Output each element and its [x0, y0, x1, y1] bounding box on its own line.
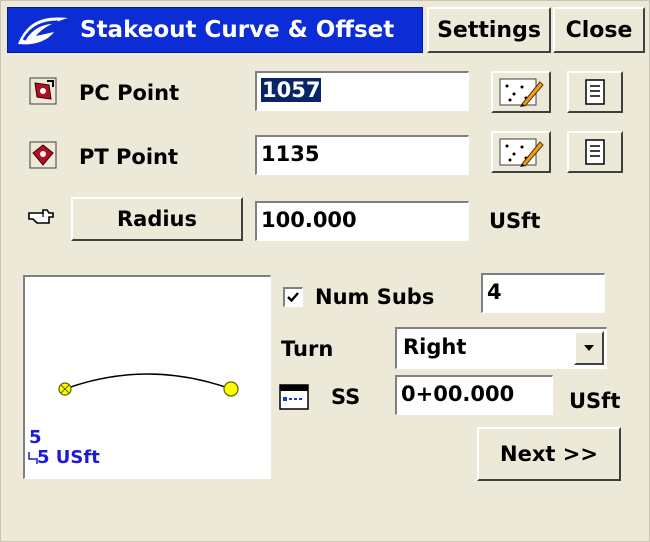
pc-point-list-button[interactable] — [567, 71, 623, 113]
dropdown-arrow-button[interactable] — [574, 331, 604, 365]
checkmark-icon — [287, 292, 299, 303]
pc-point-map-pick-button[interactable] — [491, 71, 551, 113]
ss-label: SS — [331, 385, 361, 409]
ss-field[interactable]: 0+00.000 — [395, 375, 553, 415]
pc-point-label: PC Point — [79, 81, 180, 105]
pt-point-field[interactable]: 1135 — [255, 135, 469, 175]
station-icon — [279, 384, 309, 410]
turn-selected: Right — [403, 335, 467, 359]
pt-point-label: PT Point — [79, 145, 179, 169]
pt-point-icon — [29, 141, 57, 169]
app-logo-icon — [18, 17, 68, 45]
curve-preview: 5 5 USft — [23, 275, 271, 479]
num-subs-field[interactable]: 4 — [481, 273, 605, 313]
point-list-icon — [585, 79, 605, 105]
next-button[interactable]: Next >> — [477, 427, 621, 481]
pc-point-value: 1057 — [261, 78, 322, 102]
ss-unit: USft — [569, 389, 621, 413]
settings-button[interactable]: Settings — [427, 7, 551, 53]
num-subs-checkbox[interactable] — [283, 287, 303, 307]
scale-value: 5 — [29, 427, 42, 448]
title-bar: Stakeout Curve & Offset — [7, 7, 423, 53]
pc-point-field[interactable]: 1057 — [255, 71, 469, 111]
chevron-down-icon — [584, 345, 594, 351]
stakeout-curve-offset-window: Stakeout Curve & Offset Settings Close P… — [0, 0, 650, 542]
pt-point-marker — [223, 381, 239, 397]
point-list-icon — [585, 139, 605, 165]
num-subs-label: Num Subs — [315, 285, 435, 309]
radius-unit: USft — [489, 209, 541, 233]
pt-point-list-button[interactable] — [567, 131, 623, 173]
turn-dropdown[interactable]: Right — [395, 327, 607, 369]
radius-button[interactable]: Radius — [71, 197, 243, 241]
pointing-hand-icon — [28, 209, 54, 224]
pt-point-map-pick-button[interactable] — [491, 131, 551, 173]
map-pick-icon — [499, 138, 544, 167]
window-title: Stakeout Curve & Offset — [80, 17, 395, 43]
close-button[interactable]: Close — [553, 7, 645, 53]
map-pick-icon — [499, 78, 544, 107]
pc-point-icon — [29, 77, 57, 105]
scale-label: 5 USft — [37, 447, 100, 468]
radius-field[interactable]: 100.000 — [255, 201, 469, 241]
turn-label: Turn — [281, 337, 334, 361]
